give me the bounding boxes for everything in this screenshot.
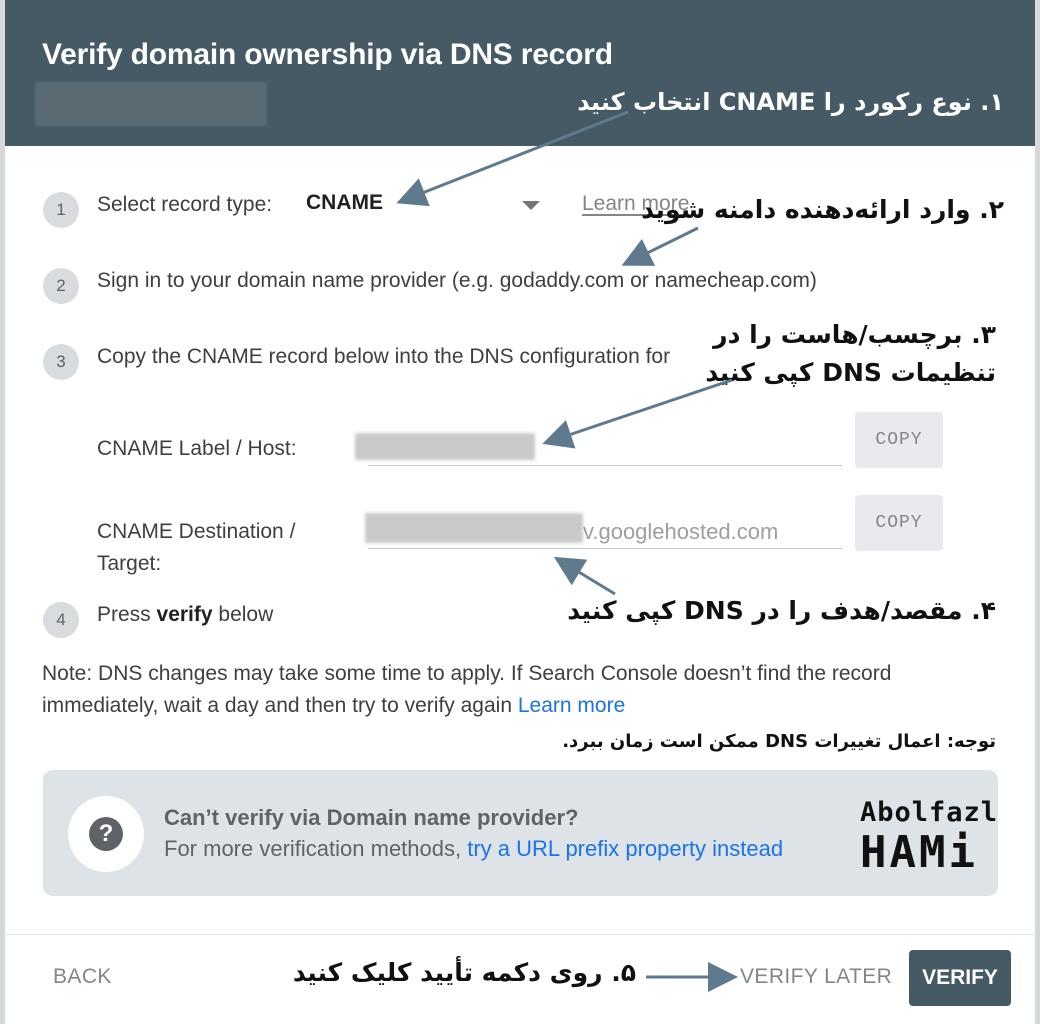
note-learn-more-link[interactable]: Learn more xyxy=(518,694,625,717)
copy-host-button[interactable]: COPY xyxy=(855,412,943,468)
chevron-down-icon[interactable] xyxy=(522,201,540,210)
alternative-verification-box xyxy=(43,770,998,896)
help-icon: ? xyxy=(68,796,144,872)
dns-note: Note: DNS changes may take some time to … xyxy=(42,662,892,717)
alternative-title: Can’t verify via Domain name provider? xyxy=(164,805,579,830)
destination-suffix: v.googlehosted.com xyxy=(583,519,779,544)
step-number-4: 4 xyxy=(43,602,79,638)
annotation-note: توجه: اعمال تغییرات DNS ممکن است زمان بب… xyxy=(562,731,996,752)
step-number-2: 2 xyxy=(43,268,79,304)
host-field[interactable] xyxy=(368,465,842,466)
step-3-text: Copy the CNAME record below into the DNS… xyxy=(97,345,671,368)
alternative-subtext: For more verification methods, try a URL… xyxy=(164,836,784,861)
step-number-3: 3 xyxy=(43,344,79,380)
redacted-domain xyxy=(35,82,267,126)
redacted-destination-value xyxy=(365,513,583,543)
step-4-text: Press verify below xyxy=(97,603,274,626)
cname-target-label: Target: xyxy=(97,552,162,575)
annotation-step-5: ۵. روی دکمه تأیید کلیک کنید xyxy=(292,958,636,987)
destination-field[interactable] xyxy=(368,548,842,549)
annotation-step-1: ۱. نوع رکورد را CNAME انتخاب کنید xyxy=(577,88,1004,116)
step-2-text: Sign in to your domain name provider (e.… xyxy=(97,269,817,292)
verify-later-button[interactable]: VERIFY LATER xyxy=(740,965,892,989)
annotation-step-2: ۲. وارد ارائه‌دهنده دامنه شوید xyxy=(641,195,1004,224)
cname-destination-label: CNAME Destination / xyxy=(97,520,296,543)
copy-destination-button[interactable]: COPY xyxy=(855,495,943,551)
verify-button[interactable]: VERIFY xyxy=(909,950,1011,1006)
footer-divider xyxy=(5,934,1035,935)
watermark-logo: Abolfazl HAMi xyxy=(860,797,999,878)
back-button[interactable]: BACK xyxy=(53,965,112,989)
cname-label-host-label: CNAME Label / Host: xyxy=(97,437,297,460)
select-record-type-label: Select record type: xyxy=(97,193,273,216)
record-type-select[interactable]: CNAME xyxy=(306,191,383,215)
dialog-title: Verify domain ownership via DNS record xyxy=(42,38,613,71)
redacted-host-value xyxy=(355,433,535,460)
step-number-1: 1 xyxy=(43,192,79,228)
annotation-step-4: ۴. مقصد/هدف را در DNS کپی کنید xyxy=(567,596,996,625)
annotation-step-3-line1: ۳. برچسب/هاست را در xyxy=(713,320,996,349)
url-prefix-link[interactable]: try a URL prefix property instead xyxy=(467,836,783,861)
annotation-step-3-line2: تنظیمات DNS کپی کنید xyxy=(705,358,996,387)
